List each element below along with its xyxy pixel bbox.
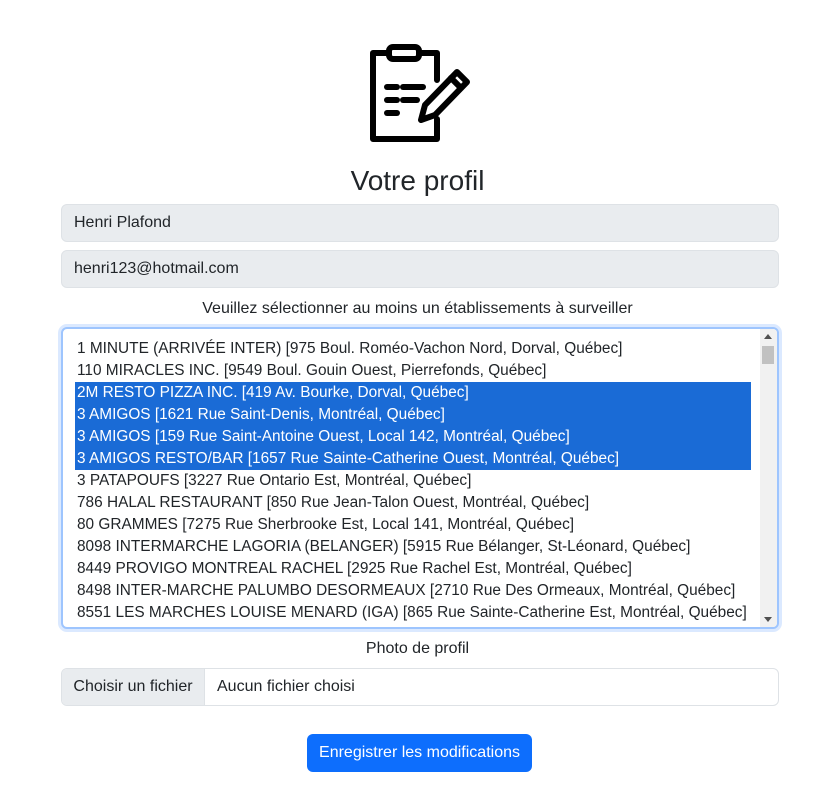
name-field[interactable]: Henri Plafond: [61, 204, 779, 242]
establishments-select[interactable]: 1 MINUTE (ARRIVÉE INTER) [975 Boul. Romé…: [61, 327, 779, 629]
file-status: Aucun fichier choisi: [217, 678, 355, 695]
scroll-up-icon[interactable]: [764, 334, 772, 339]
clipboard-edit-icon: [370, 44, 470, 142]
establishments-label: Veuillez sélectionner au moins un établi…: [202, 300, 633, 317]
establishment-option[interactable]: 80 GRAMMES [7275 Rue Sherbrooke Est, Loc…: [75, 514, 751, 536]
email-field[interactable]: henri123@hotmail.com: [61, 250, 779, 288]
establishment-option[interactable]: 2M RESTO PIZZA INC. [419 Av. Bourke, Dor…: [75, 382, 751, 404]
establishment-option[interactable]: 8551 LES MARCHES LOUISE MENARD (IGA) [86…: [75, 602, 751, 624]
photo-label: Photo de profil: [365, 640, 470, 657]
establishment-option[interactable]: 3 AMIGOS [1621 Rue Saint-Denis, Montréal…: [75, 404, 751, 426]
page-title: Votre profil: [350, 165, 485, 196]
scroll-down-icon[interactable]: [764, 617, 772, 622]
establishment-option[interactable]: 8098 INTERMARCHE LAGORIA (BELANGER) [591…: [75, 536, 751, 558]
establishment-option[interactable]: 110 MIRACLES INC. [9549 Boul. Gouin Oues…: [75, 360, 751, 382]
scroll-thumb[interactable]: [762, 346, 774, 364]
establishment-option[interactable]: 786 HALAL RESTAURANT [850 Rue Jean-Talon…: [75, 492, 751, 514]
establishment-option[interactable]: 8498 INTER-MARCHE PALUMBO DESORMEAUX [27…: [75, 580, 751, 602]
establishment-option[interactable]: 1 MINUTE (ARRIVÉE INTER) [975 Boul. Romé…: [75, 338, 751, 360]
establishment-option[interactable]: 3 AMIGOS RESTO/BAR [1657 Rue Sainte-Cath…: [75, 448, 751, 470]
photo-file-input[interactable]: Choisir un fichier Aucun fichier choisi: [61, 668, 779, 706]
establishment-option[interactable]: 3 PATAPOUFS [3227 Rue Ontario Est, Montr…: [75, 470, 751, 492]
save-button[interactable]: Enregistrer les modifications: [307, 734, 532, 772]
list-scrollbar[interactable]: [760, 329, 777, 627]
choose-file-button[interactable]: Choisir un fichier: [62, 669, 205, 705]
establishment-option[interactable]: 3 AMIGOS [159 Rue Saint-Antoine Ouest, L…: [75, 426, 751, 448]
establishments-options: 1 MINUTE (ARRIVÉE INTER) [975 Boul. Romé…: [75, 338, 751, 624]
establishment-option[interactable]: 8449 PROVIGO MONTREAL RACHEL [2925 Rue R…: [75, 558, 751, 580]
